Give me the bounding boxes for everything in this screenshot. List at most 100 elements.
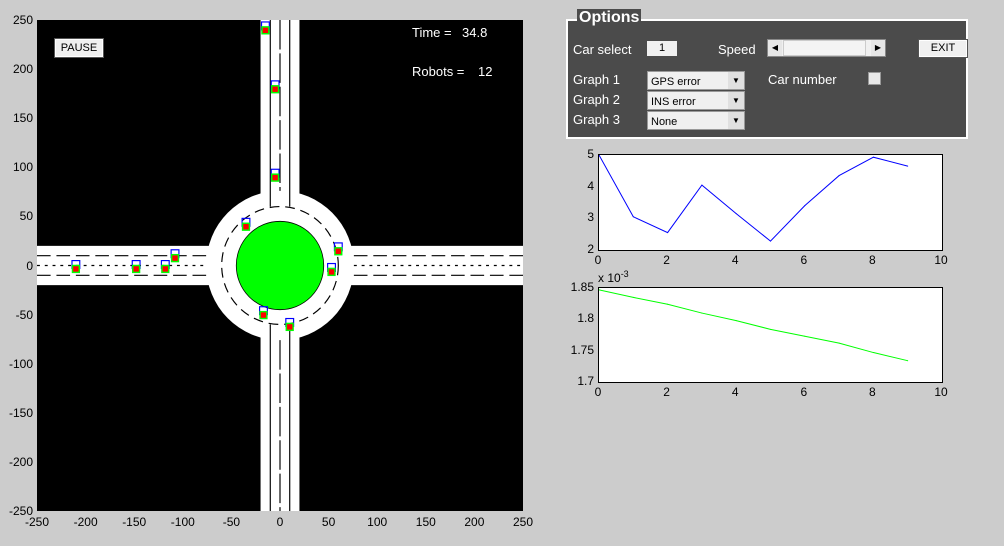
map-y-tick: 0 [26, 258, 33, 273]
graph-y-tick: 1.7 [577, 374, 594, 388]
map-y-tick: -150 [8, 405, 33, 420]
speed-slider[interactable]: ◀ ▶ [767, 39, 886, 57]
map-y-tick: 200 [12, 62, 33, 77]
map-y-tick: 50 [19, 209, 33, 224]
data-point [701, 184, 703, 186]
map-x-tick: -50 [222, 515, 241, 529]
time-value: 34.8 [462, 25, 488, 40]
data-point [804, 205, 806, 207]
graph1-label: Graph 1 [573, 72, 620, 87]
car-body [334, 247, 343, 256]
options-title: Options [577, 9, 642, 27]
car-number-checkbox[interactable] [868, 72, 881, 85]
graph-x-tick: 10 [934, 253, 948, 267]
time-label: Time = [412, 25, 452, 40]
chevron-down-icon[interactable]: ▼ [728, 72, 744, 89]
graph-x-tick: 8 [869, 385, 876, 399]
car-body [327, 267, 336, 277]
graph-y-tick: 2 [587, 242, 594, 256]
graph3-label: Graph 3 [573, 112, 620, 127]
road-map [37, 20, 523, 511]
chevron-down-icon[interactable]: ▼ [728, 92, 744, 109]
robots-value: 12 [478, 64, 493, 79]
graph3-value: None [651, 116, 678, 128]
graph2-value: INS error [651, 96, 696, 108]
series-line [598, 289, 908, 362]
car-number-label: Car number [768, 72, 837, 87]
options-panel [566, 19, 968, 139]
data-point [872, 352, 874, 354]
data-point [907, 165, 909, 167]
car-body [132, 264, 141, 274]
car-select-label: Car select [573, 42, 632, 57]
data-point [735, 320, 737, 322]
data-point [667, 303, 669, 305]
series-line [598, 154, 908, 242]
data-point [838, 175, 840, 177]
graph-1-plot [598, 154, 909, 242]
exponent-base: x 10 [598, 271, 621, 285]
map-y-tick: 150 [12, 111, 33, 126]
graph-2 [598, 287, 943, 383]
map-y-tick: -100 [8, 356, 33, 371]
graph-x-tick: 6 [800, 385, 808, 399]
graph-x-tick: 10 [934, 385, 948, 399]
slider-thumb[interactable] [783, 40, 866, 56]
map-y-tick: 250 [12, 13, 33, 27]
graph2-select[interactable]: INS error ▼ [647, 91, 745, 110]
map-x-tick: 200 [464, 515, 485, 529]
pause-button[interactable]: PAUSE [54, 38, 104, 58]
exit-button[interactable]: EXIT [918, 39, 968, 58]
data-point [701, 312, 703, 314]
map-x-tick: 100 [367, 515, 388, 529]
car-body [271, 85, 280, 94]
map-y-tick: -50 [15, 307, 33, 322]
graph-x-tick: 8 [869, 253, 876, 267]
car-select-input[interactable]: 1 [647, 41, 677, 56]
graph-y-tick: 4 [587, 178, 594, 193]
car-body [261, 26, 270, 35]
map-x-tick: 50 [321, 515, 336, 529]
map-y-tick: 100 [12, 160, 33, 175]
data-point [735, 213, 737, 215]
graph2-label: Graph 2 [573, 92, 620, 107]
graph-y-tick: 1.75 [570, 342, 594, 357]
graph-x-tick: 4 [731, 253, 739, 267]
graph-y-tick: 1.8 [577, 311, 594, 326]
exponent-value: -3 [620, 269, 629, 279]
map-x-tick: -100 [170, 515, 195, 529]
graph3-select[interactable]: None ▼ [647, 111, 745, 130]
exponent-label: x 10-3 [598, 269, 629, 285]
graph-x-tick: 4 [731, 385, 739, 399]
chevron-down-icon[interactable]: ▼ [728, 112, 744, 129]
car-body [285, 322, 294, 332]
slider-left-arrow-icon[interactable]: ◀ [768, 40, 782, 56]
car-body [161, 264, 170, 274]
map-x-tick: -200 [73, 515, 98, 529]
graph-x-tick: 2 [663, 385, 670, 399]
car-body [271, 173, 280, 182]
car-body [259, 310, 268, 320]
speed-label: Speed [718, 42, 756, 57]
map-x-tick: 150 [415, 515, 436, 529]
robots-label: Robots = [412, 64, 465, 79]
map-y-tick: -200 [8, 454, 33, 469]
data-point [632, 216, 634, 218]
slider-right-arrow-icon[interactable]: ▶ [871, 40, 885, 56]
data-point [838, 342, 840, 344]
car-body [71, 264, 81, 274]
data-point [667, 232, 669, 234]
graph1-value: GPS error [651, 76, 701, 88]
graph1-select[interactable]: GPS error ▼ [647, 71, 745, 90]
map-x-tick: 250 [512, 515, 534, 529]
simulation-map: PAUSE Time = 34.8 Robots = 12 [37, 20, 523, 511]
graph-y-tick: 5 [587, 147, 594, 161]
graph-2-plot [598, 289, 909, 362]
map-x-tick: 0 [276, 515, 284, 529]
data-point [804, 335, 806, 337]
roundabout-island [235, 220, 325, 311]
data-point [872, 156, 874, 158]
graph-x-tick: 6 [800, 253, 808, 267]
graph-y-tick: 3 [587, 210, 594, 225]
car-body [241, 222, 251, 231]
